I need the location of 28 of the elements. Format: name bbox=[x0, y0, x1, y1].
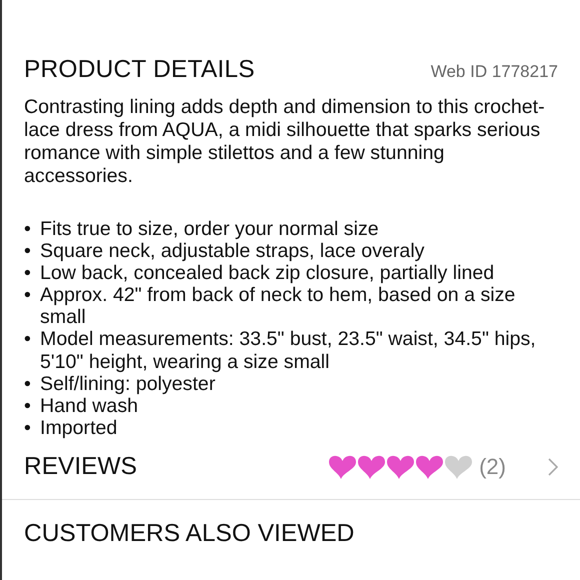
heart-icon bbox=[386, 454, 416, 480]
feature-text: Square neck, adjustable straps, lace overaly bbox=[40, 240, 424, 262]
feature-text: Approx. 42" from back of neck to hem, based on a size small bbox=[40, 284, 516, 328]
bullet: • bbox=[24, 394, 32, 417]
description: Contrasting lining adds depth and dimension to this crochet-lace dress from AQUA, a midi silhouette that sparks serious romance with simple stilettos and a few stunning accessories. bbox=[24, 96, 546, 188]
section-title: REVIEWS bbox=[24, 452, 138, 481]
section-title: CUSTOMERS ALSO VIEWED bbox=[24, 520, 356, 548]
feature-text: Hand wash bbox=[40, 394, 138, 417]
feature-text: Low back, concealed back zip closure, partially lined bbox=[40, 262, 494, 284]
bullet: • bbox=[24, 328, 32, 352]
heart-icon bbox=[328, 454, 358, 480]
feature-text: Self/lining: polyester bbox=[40, 372, 216, 395]
feature-text: Model measurements: 33.5" bust, 23.5" waist, 34.5" hips, 5'10" height, wearing a size small bbox=[40, 328, 537, 373]
heart-icon bbox=[444, 454, 474, 480]
bullet: • bbox=[24, 262, 32, 284]
chevron-right-icon[interactable] bbox=[548, 458, 558, 476]
bullet: • bbox=[24, 416, 32, 439]
bullet: • bbox=[24, 284, 32, 308]
bullet: • bbox=[24, 240, 32, 262]
bullet: • bbox=[24, 218, 32, 240]
heart-icon bbox=[357, 454, 386, 480]
feature-text: Imported bbox=[40, 416, 118, 439]
web-id: Web ID 1778217 bbox=[430, 62, 558, 82]
review-count: (2) bbox=[479, 454, 506, 480]
heart-icon bbox=[415, 454, 444, 480]
bullet: • bbox=[24, 372, 32, 395]
section-title: PRODUCT DETAILS bbox=[24, 56, 255, 84]
feature-text: Fits true to size, order your normal size bbox=[40, 218, 379, 240]
